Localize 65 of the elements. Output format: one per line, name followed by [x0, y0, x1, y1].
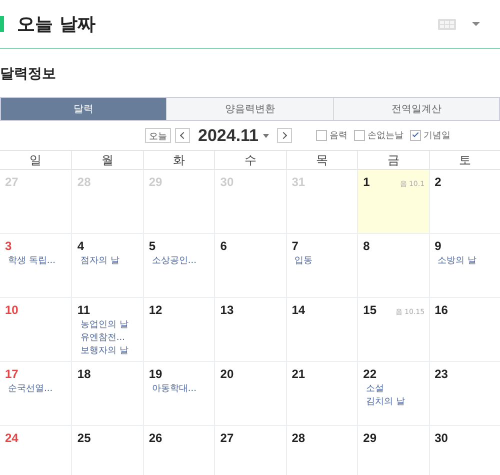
- day-number[interactable]: 29: [363, 431, 376, 445]
- day-number[interactable]: 16: [434, 303, 448, 317]
- checkbox-label[interactable]: 손없는날: [368, 129, 404, 142]
- next-button[interactable]: [276, 128, 292, 143]
- day-number[interactable]: 10: [5, 303, 18, 317]
- day-number[interactable]: 5: [148, 239, 156, 253]
- day-number[interactable]: 21: [292, 367, 306, 381]
- day-number[interactable]: 6: [220, 239, 227, 253]
- tab[interactable]: 전역일계산: [332, 98, 499, 120]
- event-label[interactable]: 순국선열...: [5, 383, 68, 396]
- day-number[interactable]: 14: [292, 303, 306, 317]
- weekday-header: 월: [71, 151, 143, 170]
- event-label[interactable]: 입동: [292, 255, 354, 268]
- day-number[interactable]: 27: [220, 431, 234, 445]
- day-number[interactable]: 7: [292, 239, 298, 253]
- tab[interactable]: 양음력변환: [166, 98, 333, 120]
- day-number[interactable]: 24: [5, 431, 18, 445]
- weekday-header: 수: [214, 151, 286, 170]
- day-number[interactable]: 13: [220, 303, 234, 317]
- event-label[interactable]: 점자의 날: [77, 255, 139, 268]
- event-label[interactable]: 김치의 날: [363, 396, 425, 409]
- day-number[interactable]: 28: [292, 431, 306, 445]
- checkbox[interactable]: [354, 130, 365, 141]
- page-title: 오늘 날짜: [17, 13, 96, 36]
- day-number[interactable]: 19: [148, 367, 162, 381]
- today-button[interactable]: 오늘: [145, 128, 171, 143]
- event-label[interactable]: 소설: [363, 383, 425, 396]
- day-number[interactable]: 23: [434, 367, 448, 381]
- weekday-header: 화: [142, 151, 214, 170]
- event-label[interactable]: 보행자의 날: [77, 345, 139, 358]
- event-label[interactable]: 소상공인...: [148, 255, 210, 268]
- day-number[interactable]: 2: [434, 175, 442, 189]
- day-number[interactable]: 3: [5, 239, 12, 253]
- day-number[interactable]: 15: [363, 303, 376, 317]
- event-label[interactable]: 아동학대...: [148, 383, 210, 396]
- day-number[interactable]: 12: [148, 303, 162, 317]
- day-number[interactable]: 22: [363, 367, 376, 381]
- checkbox-label[interactable]: 음력: [330, 129, 348, 142]
- caret-icon[interactable]: [472, 22, 480, 26]
- event-label[interactable]: 유엔참전...: [77, 332, 139, 345]
- tab[interactable]: 달력: [1, 98, 166, 120]
- day-number[interactable]: 25: [77, 431, 91, 445]
- day-number[interactable]: 30: [434, 431, 448, 445]
- day-number[interactable]: 26: [148, 431, 162, 445]
- month-dropdown[interactable]: 2024.11: [194, 126, 273, 146]
- day-number[interactable]: 18: [77, 367, 91, 381]
- day-number[interactable]: 17: [5, 367, 18, 381]
- day-number[interactable]: 20: [220, 367, 234, 381]
- checkbox[interactable]: [410, 130, 421, 141]
- event-label[interactable]: 학생 독립...: [5, 255, 68, 268]
- section-title: 달력정보: [0, 65, 57, 83]
- previous-button[interactable]: [175, 128, 190, 143]
- weekday-header: 목: [286, 151, 358, 170]
- day-number[interactable]: 11: [77, 303, 90, 317]
- checkbox-label[interactable]: 기념일: [424, 129, 451, 142]
- accent-bar: [0, 16, 4, 32]
- weekday-header: 일: [0, 151, 72, 170]
- weekday-header: 토: [428, 151, 500, 170]
- checkbox[interactable]: [316, 130, 327, 141]
- day-number[interactable]: 4: [77, 239, 84, 253]
- event-label[interactable]: 농업인의 날: [77, 319, 139, 332]
- event-label[interactable]: 소방의 날: [434, 255, 496, 268]
- day-number[interactable]: 9: [434, 239, 442, 253]
- day-number[interactable]: 8: [363, 239, 370, 253]
- day-number[interactable]: 1: [363, 175, 370, 189]
